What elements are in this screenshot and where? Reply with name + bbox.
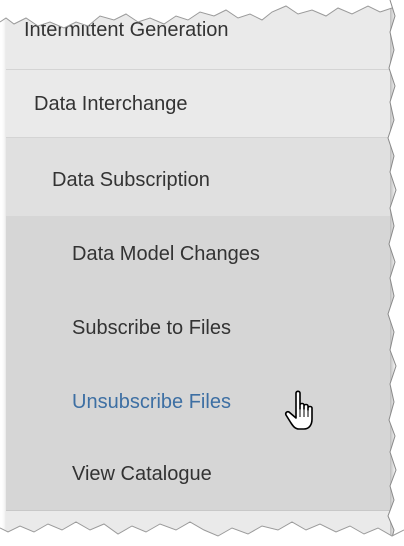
screenshot-frame: Intermittent Generation Data Interchange… xyxy=(0,0,404,546)
torn-edge-bottom xyxy=(0,521,404,546)
menu-item-unsubscribe-files[interactable]: Unsubscribe Files xyxy=(6,364,390,438)
submenu-data-subscription: Data Model Changes Subscribe to Files Un… xyxy=(6,216,390,510)
menu-item-subscribe-to-files[interactable]: Subscribe to Files xyxy=(6,290,390,364)
menu-item-label: Data Interchange xyxy=(34,93,188,115)
menu-item-view-catalogue[interactable]: View Catalogue xyxy=(6,438,390,510)
menu-item-label: Unsubscribe Files xyxy=(72,391,231,413)
menu-item-label: Data Subscription xyxy=(52,169,210,191)
torn-edge-top xyxy=(0,0,404,29)
menu-item-data-subscription[interactable]: Data Subscription xyxy=(6,138,390,216)
menu-item-label: Subscribe to Files xyxy=(72,317,231,339)
navigation-menu: Intermittent Generation Data Interchange… xyxy=(6,0,390,540)
menu-item-data-interchange[interactable]: Data Interchange xyxy=(6,70,390,138)
torn-edge-right xyxy=(387,0,404,546)
hand-pointer-icon xyxy=(284,390,313,430)
menu-item-label: Data Model Changes xyxy=(72,243,260,265)
menu-item-data-model-changes[interactable]: Data Model Changes xyxy=(6,216,390,290)
menu-item-label: View Catalogue xyxy=(72,463,212,485)
